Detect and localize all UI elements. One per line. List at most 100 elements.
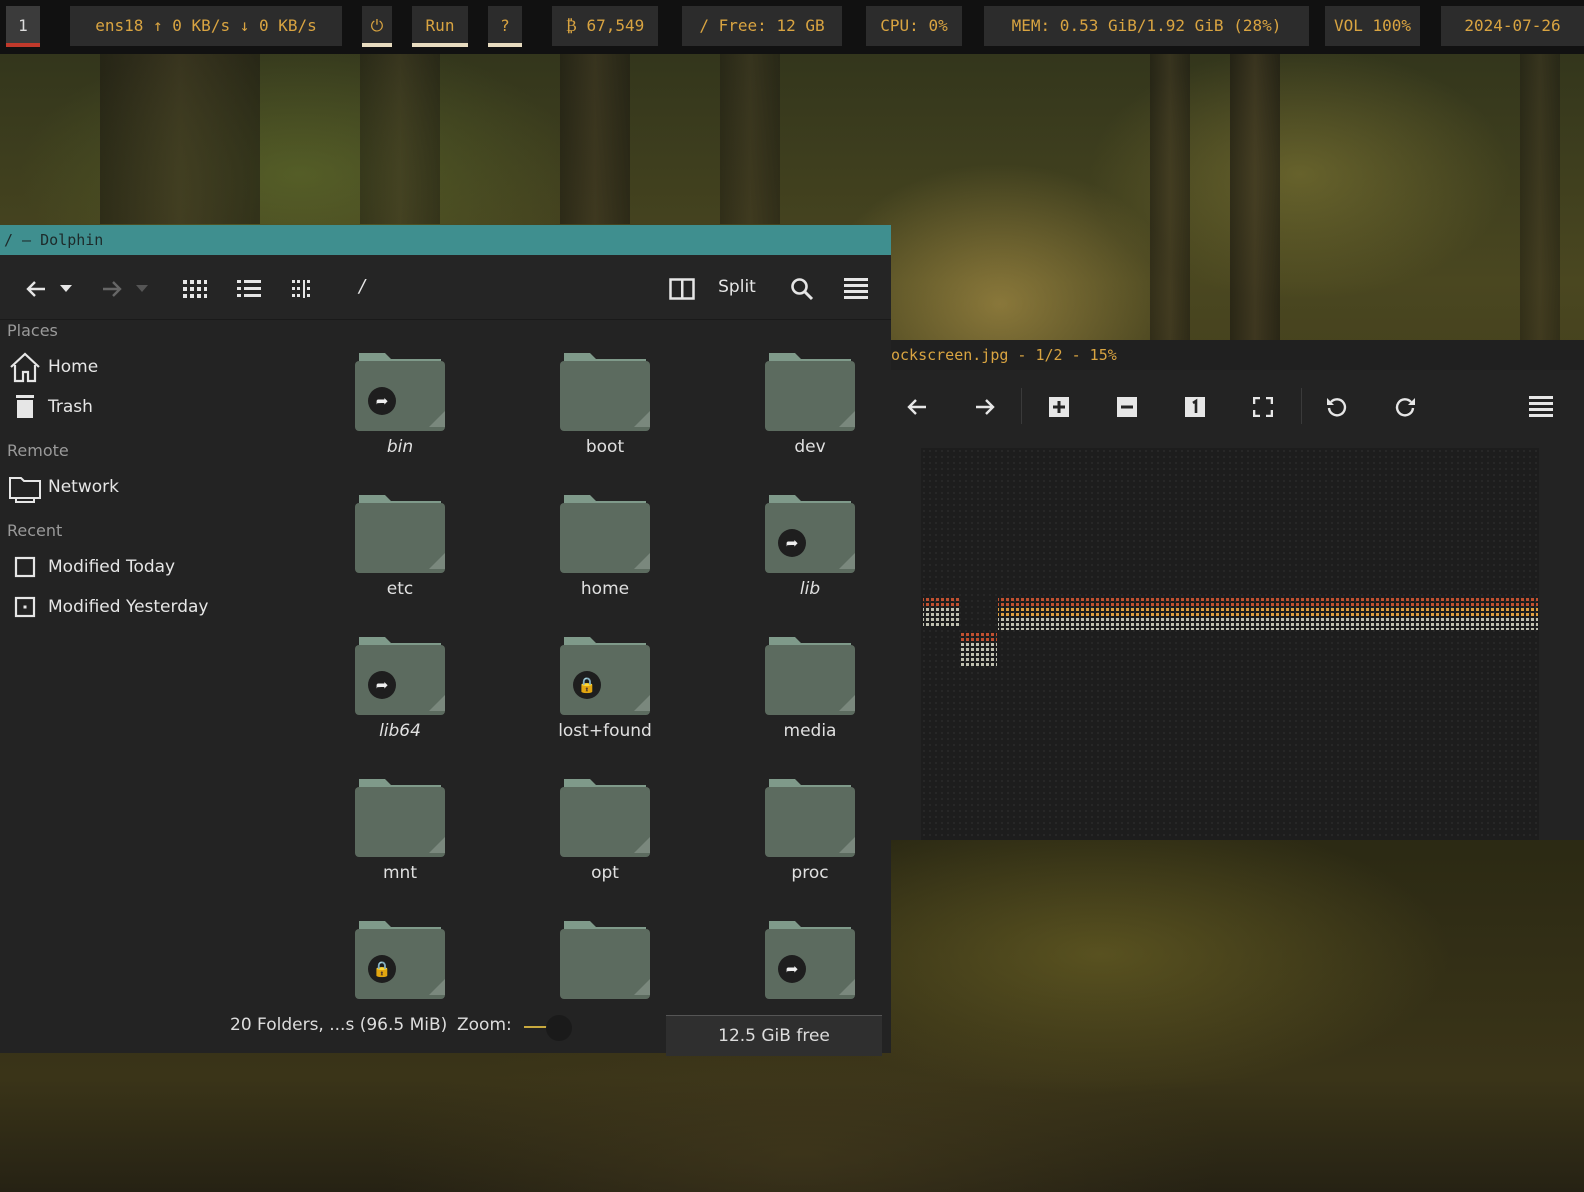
folder-name: boot bbox=[585, 437, 625, 457]
help-button[interactable]: ? bbox=[488, 6, 522, 47]
power-button[interactable]: ⏻ bbox=[362, 6, 392, 47]
grid-view-icon bbox=[183, 279, 207, 298]
folder-item[interactable]: dev bbox=[720, 329, 891, 469]
back-button[interactable] bbox=[22, 255, 50, 319]
places-item-home[interactable]: Home bbox=[8, 350, 223, 384]
free-space-text: 12.5 GiB free bbox=[718, 1026, 830, 1046]
rotate-right-button[interactable] bbox=[1383, 384, 1427, 428]
folder-item[interactable]: ➦ bin bbox=[310, 329, 490, 469]
folder-item[interactable]: ➦ lib bbox=[720, 471, 891, 611]
places-item-modified-yesterday[interactable]: Modified Yesterday bbox=[8, 590, 223, 624]
image-canvas[interactable] bbox=[921, 448, 1539, 840]
network-widget: ens18 ↑ 0 KB/s ↓ 0 KB/s bbox=[70, 6, 342, 46]
details-view-button[interactable] bbox=[234, 255, 264, 319]
main-menu-button[interactable] bbox=[842, 255, 870, 319]
image-viewer-window: ockscreen.jpg - 1/2 - 15% bbox=[891, 340, 1584, 840]
viewer-titlebar[interactable]: ockscreen.jpg - 1/2 - 15% bbox=[891, 340, 1584, 370]
places-item-network[interactable]: Network bbox=[8, 470, 223, 504]
folder-grid: ➦ bin boot dev etc home ➦ lib ➦ lib64 🔒 lost+found m… bbox=[230, 319, 891, 1019]
location-bar[interactable]: / bbox=[350, 255, 374, 319]
folder-item[interactable]: proc bbox=[720, 755, 891, 895]
dolphin-window: / — Dolphin / Split Places Home Trash Re… bbox=[0, 225, 891, 1056]
folder-item[interactable]: mnt bbox=[310, 755, 490, 895]
folder-item[interactable]: media bbox=[720, 613, 891, 753]
folder-name: proc bbox=[791, 863, 829, 883]
workspace-number: 1 bbox=[18, 16, 28, 35]
folder-icon bbox=[765, 495, 855, 573]
free-space-indicator[interactable]: 12.5 GiB free bbox=[666, 1015, 882, 1056]
remote-section-title: Remote bbox=[7, 441, 69, 460]
folder-icon bbox=[765, 353, 855, 431]
search-button[interactable] bbox=[788, 255, 816, 319]
folder-name: lib64 bbox=[379, 721, 421, 741]
network-speed: ens18 ↑ 0 KB/s ↓ 0 KB/s bbox=[95, 16, 317, 35]
hamburger-icon bbox=[1529, 396, 1553, 417]
folder-item[interactable]: opt bbox=[515, 755, 695, 895]
folder-name: mnt bbox=[383, 863, 417, 883]
places-item-modified-today[interactable]: Modified Today bbox=[8, 550, 223, 584]
lock-badge-icon: 🔒 bbox=[368, 955, 396, 983]
places-item-label: Home bbox=[48, 357, 99, 377]
fullscreen-icon bbox=[1252, 396, 1274, 418]
folder-item[interactable]: boot bbox=[515, 329, 695, 469]
status-bar: 20 Folders, ...s (96.5 MiB) Zoom: 12.5 G… bbox=[0, 1005, 891, 1056]
viewer-menu-button[interactable] bbox=[1519, 384, 1563, 428]
zoom-slider-handle[interactable] bbox=[546, 1015, 572, 1041]
image-preview bbox=[923, 596, 1538, 666]
icons-view-button[interactable] bbox=[180, 255, 210, 319]
split-label: Split bbox=[718, 277, 756, 297]
trash-icon bbox=[16, 395, 34, 418]
zoom-in-button[interactable] bbox=[1037, 384, 1081, 428]
places-item-label: Trash bbox=[48, 397, 93, 417]
location-path: / bbox=[358, 276, 366, 297]
zoom-out-button[interactable] bbox=[1105, 384, 1149, 428]
list-view-icon bbox=[237, 279, 261, 297]
folder-item[interactable]: 🔒 bbox=[310, 897, 490, 1019]
rotate-left-button[interactable] bbox=[1315, 384, 1359, 428]
places-item-trash[interactable]: Trash bbox=[8, 390, 223, 424]
compact-view-button[interactable] bbox=[288, 255, 318, 319]
chevron-down-icon bbox=[136, 284, 148, 292]
search-icon bbox=[791, 277, 814, 300]
folder-icon bbox=[355, 779, 445, 857]
cpu-usage: CPU: 0% bbox=[880, 16, 948, 35]
folder-item[interactable]: ➦ lib64 bbox=[310, 613, 490, 753]
viewer-title: ockscreen.jpg - 1/2 - 15% bbox=[891, 346, 1117, 364]
next-image-button[interactable] bbox=[963, 384, 1007, 428]
forward-button[interactable] bbox=[98, 255, 126, 319]
workspace-indicator[interactable]: 1 bbox=[6, 6, 40, 47]
compact-view-icon bbox=[292, 279, 310, 298]
folder-name: home bbox=[580, 579, 630, 599]
forward-history-dropdown[interactable] bbox=[132, 255, 152, 319]
window-title: / — Dolphin bbox=[4, 231, 104, 249]
fullscreen-button[interactable] bbox=[1241, 384, 1285, 428]
memory-widget: MEM: 0.53 GiB/1.92 GiB (28%) bbox=[984, 6, 1309, 46]
split-button[interactable]: Split bbox=[712, 255, 762, 319]
places-item-label: Modified Today bbox=[48, 557, 176, 577]
folder-item[interactable] bbox=[515, 897, 695, 1019]
folder-item[interactable]: home bbox=[515, 471, 695, 611]
arrow-right-icon bbox=[103, 280, 122, 297]
run-button[interactable]: Run bbox=[412, 6, 468, 47]
btc-price: ₿ 67,549 bbox=[565, 16, 645, 35]
volume-widget[interactable]: VOL 100% bbox=[1325, 6, 1420, 46]
split-icon-button[interactable] bbox=[668, 255, 696, 319]
zoom-label: Zoom: bbox=[457, 1015, 512, 1035]
previous-image-button[interactable] bbox=[895, 384, 939, 428]
viewer-toolbar bbox=[891, 370, 1584, 442]
arrow-left-icon bbox=[26, 280, 45, 297]
volume-level: VOL 100% bbox=[1333, 16, 1412, 35]
back-history-dropdown[interactable] bbox=[56, 255, 76, 319]
places-item-label: Modified Yesterday bbox=[48, 597, 209, 617]
actual-size-button[interactable] bbox=[1173, 384, 1217, 428]
folder-icon bbox=[765, 637, 855, 715]
folder-item[interactable]: 🔒 lost+found bbox=[515, 613, 695, 753]
help-label: ? bbox=[500, 16, 510, 35]
folder-item[interactable]: etc bbox=[310, 471, 490, 611]
toolbar-separator bbox=[1301, 388, 1302, 424]
arrow-right-icon bbox=[976, 399, 995, 415]
window-titlebar[interactable]: / — Dolphin bbox=[0, 225, 891, 255]
folder-item[interactable]: ➦ bbox=[720, 897, 891, 1019]
symlink-badge-icon: ➦ bbox=[778, 955, 806, 983]
places-section-title: Places bbox=[7, 321, 58, 340]
